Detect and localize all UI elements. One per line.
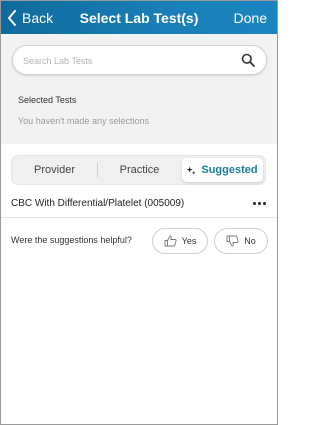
feedback-no-label: No — [244, 236, 256, 246]
feedback-no-button[interactable]: No — [214, 228, 268, 254]
tab-provider[interactable]: Provider — [12, 156, 97, 184]
search-field[interactable] — [12, 45, 267, 75]
done-button[interactable]: Done — [234, 10, 267, 26]
search-input[interactable] — [23, 52, 223, 69]
list-item[interactable]: CBC With Differential/Platelet (005009) — [1, 190, 277, 218]
lab-test-name: CBC With Differential/Platelet (005009) — [11, 198, 185, 209]
sparkle-icon — [187, 165, 196, 175]
navigation-bar: Back Select Lab Test(s) Done — [1, 1, 277, 34]
tab-suggested-label: Suggested — [201, 164, 258, 176]
source-segmented-control: Provider Practice Suggested — [11, 155, 266, 185]
thumbs-down-icon — [226, 235, 239, 247]
selected-tests-heading: Selected Tests — [18, 95, 77, 105]
selected-tests-empty-text: You haven't made any selections — [18, 116, 149, 126]
feedback-yes-label: Yes — [181, 236, 197, 246]
selection-panel: Selected Tests You haven't made any sele… — [1, 34, 277, 144]
tab-suggested[interactable]: Suggested — [182, 158, 263, 182]
feedback-question: Were the suggestions helpful? — [11, 235, 132, 245]
thumbs-up-icon — [164, 235, 177, 247]
more-icon[interactable] — [253, 197, 267, 209]
feedback-yes-button[interactable]: Yes — [152, 228, 208, 254]
search-icon[interactable] — [241, 53, 255, 67]
tab-practice[interactable]: Practice — [97, 156, 182, 184]
